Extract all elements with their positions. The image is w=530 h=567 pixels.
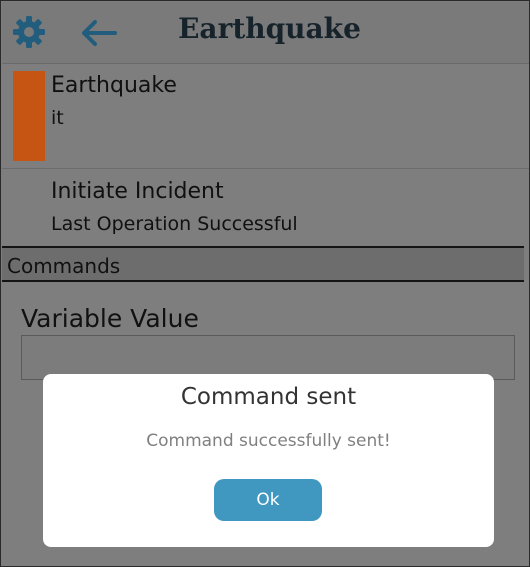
incident-name: Earthquake [51, 73, 177, 98]
command-sent-dialog: Command sent Command successfully sent! … [43, 374, 494, 547]
dialog-title: Command sent [180, 384, 357, 410]
incident-subtitle: it [51, 107, 64, 129]
variable-value-label: Variable Value [21, 304, 199, 333]
status-color-bar [13, 71, 45, 161]
commands-section-header: Commands [2, 246, 524, 282]
incident-row[interactable]: Earthquake it [2, 65, 529, 169]
operation-status: Last Operation Successful [51, 213, 298, 235]
operation-row[interactable]: Initiate Incident Last Operation Success… [2, 170, 529, 246]
app-screen: Earthquake Earthquake it Initiate Incide… [0, 0, 530, 567]
commands-label: Commands [7, 254, 121, 278]
operation-label: Initiate Incident [51, 179, 224, 204]
app-header: Earthquake [2, 2, 529, 64]
ok-button[interactable]: Ok [214, 479, 322, 521]
dialog-message: Command successfully sent! [146, 431, 391, 451]
page-title: Earthquake [178, 12, 361, 45]
